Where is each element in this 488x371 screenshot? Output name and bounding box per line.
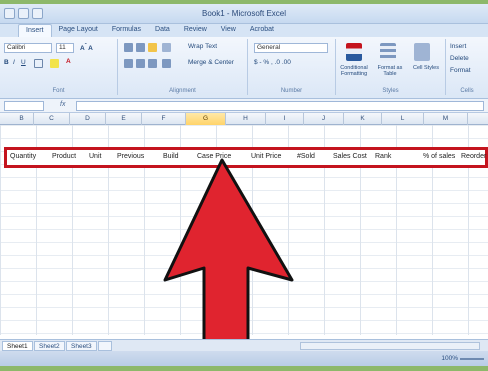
arrow-shape xyxy=(163,158,294,360)
sheet-tab-2[interactable]: Sheet2 xyxy=(34,341,65,351)
zoom-level[interactable]: 100% xyxy=(441,355,458,362)
insert-sheet-icon[interactable] xyxy=(98,341,112,351)
excel-window: Book1 - Microsoft Excel Insert Page Layo… xyxy=(0,0,488,371)
pointer-arrow-icon xyxy=(163,158,294,360)
status-bar: 100% xyxy=(0,351,488,366)
sheet-tab-3[interactable]: Sheet3 xyxy=(66,341,97,351)
horizontal-scrollbar[interactable] xyxy=(300,342,480,350)
sheet-tab-1[interactable]: Sheet1 xyxy=(2,341,33,351)
sheet-tab-bar: Sheet1 Sheet2 Sheet3 xyxy=(0,339,488,351)
zoom-slider[interactable] xyxy=(460,358,484,360)
frame-border-bottom xyxy=(0,366,488,371)
